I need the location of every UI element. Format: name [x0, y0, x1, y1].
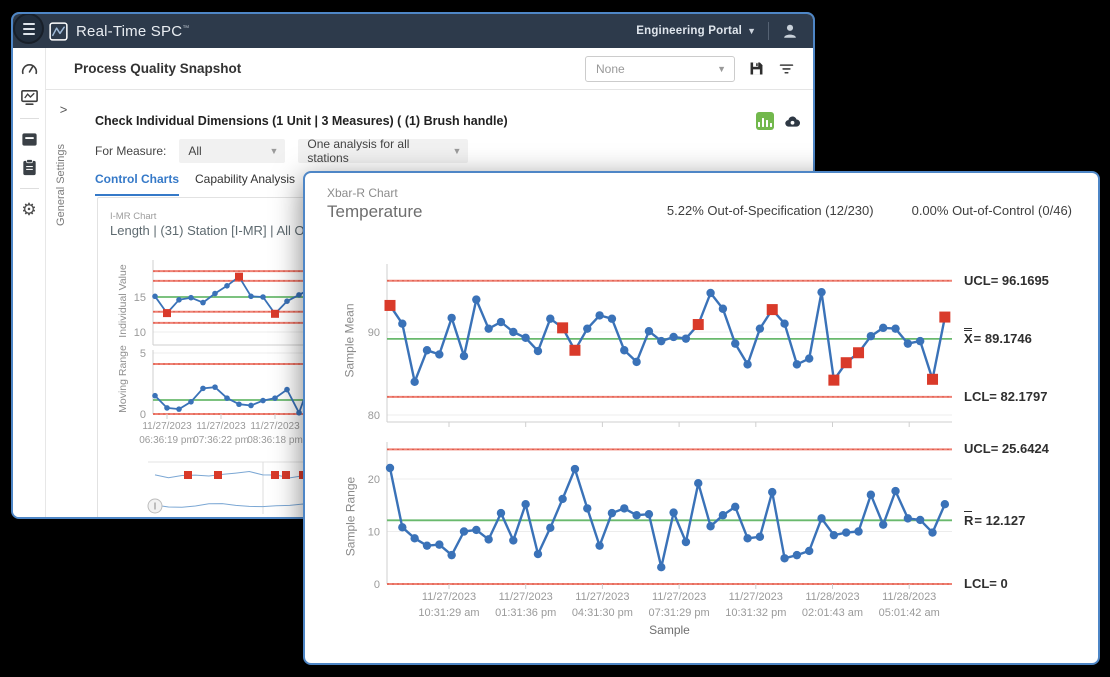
- xbar-r-chart-window: Xbar-R Chart Temperature 5.22% Out-of-Sp…: [303, 171, 1100, 665]
- app-title: Real-Time SPC™: [76, 23, 189, 40]
- desktop-stage: Real-Time SPC™ Engineering Portal ▼: [0, 0, 1110, 677]
- svg-text:15: 15: [134, 292, 146, 304]
- dashboard-gauge-icon[interactable]: [20, 60, 39, 79]
- portal-selector[interactable]: Engineering Portal: [636, 25, 742, 37]
- card-reader-icon[interactable]: [20, 130, 39, 149]
- mean-center-label: X= 89.1746: [964, 331, 1032, 346]
- filter-icon[interactable]: [778, 60, 795, 77]
- svg-text:11/27/202310:31:29 am: 11/27/202310:31:29 am: [418, 591, 479, 619]
- page-header-row: Process Quality Snapshot None ▼: [46, 48, 815, 90]
- mean-lcl-label: LCL= 82.1797: [964, 389, 1047, 404]
- chevron-down-icon: ▼: [717, 64, 726, 74]
- analysis-chart-icon[interactable]: [756, 112, 774, 130]
- svg-text:11/27/202304:31:30 pm: 11/27/202304:31:30 pm: [572, 591, 633, 619]
- user-account-icon[interactable]: [781, 22, 799, 40]
- svg-text:0: 0: [374, 579, 380, 591]
- general-settings-strip: > General Settings: [46, 90, 82, 517]
- snapshot-preset-select[interactable]: None ▼: [585, 56, 735, 82]
- top-navbar: Real-Time SPC™ Engineering Portal ▼: [13, 14, 813, 48]
- svg-text:11/27/202307:36:22 pm: 11/27/202307:36:22 pm: [193, 421, 249, 446]
- navbar-divider: [768, 22, 769, 40]
- range-center-label: R= 12.127: [964, 513, 1025, 528]
- tab-capability-analysis[interactable]: Capability Analysis: [195, 172, 295, 196]
- panel-title: Check Individual Dimensions (1 Unit | 3 …: [95, 114, 508, 128]
- svg-text:11/27/202307:31:29 pm: 11/27/202307:31:29 pm: [649, 591, 710, 619]
- cloud-download-icon[interactable]: [784, 113, 801, 130]
- svg-text:11/28/202302:01:43 am: 11/28/202302:01:43 am: [802, 591, 863, 619]
- svg-text:11/27/202306:36:19 pm: 11/27/202306:36:19 pm: [139, 421, 195, 446]
- svg-text:11/27/202308:36:18 pm: 11/27/202308:36:18 pm: [247, 421, 303, 446]
- sample-axis-label: Sample: [387, 623, 952, 637]
- gear-icon[interactable]: ⚙: [20, 200, 39, 219]
- tab-bar: Control Charts Capability Analysis: [95, 172, 295, 196]
- range-lcl-label: LCL= 0: [964, 576, 1008, 591]
- hamburger-menu-icon[interactable]: [15, 15, 42, 42]
- page-title: Process Quality Snapshot: [74, 61, 241, 76]
- svg-text:10: 10: [368, 527, 380, 539]
- svg-text:20: 20: [368, 474, 380, 486]
- left-sidebar: ⚙: [13, 48, 46, 517]
- measure-select[interactable]: All ▼: [179, 139, 285, 163]
- sidebar-divider: [20, 118, 39, 119]
- svg-text:80: 80: [368, 410, 380, 422]
- general-settings-label: General Settings: [55, 135, 71, 235]
- analysis-mode-select[interactable]: One analysis for all stations ▼: [298, 139, 468, 163]
- range-ucl-label: UCL= 25.6424: [964, 441, 1049, 456]
- svg-text:0: 0: [140, 409, 146, 421]
- for-measure-label: For Measure:: [95, 144, 166, 158]
- svg-text:11/27/202301:31:36 pm: 11/27/202301:31:36 pm: [495, 591, 556, 619]
- chevron-down-icon: ▼: [269, 146, 278, 156]
- save-icon[interactable]: [748, 60, 765, 77]
- app-logo-icon: [49, 22, 68, 41]
- expand-chevron-icon[interactable]: >: [46, 102, 81, 117]
- clipboard-icon[interactable]: [20, 158, 39, 177]
- chevron-down-icon: ▼: [452, 146, 461, 156]
- monitor-chart-icon[interactable]: [20, 88, 39, 107]
- tab-control-charts[interactable]: Control Charts: [95, 172, 179, 196]
- svg-text:10: 10: [134, 327, 146, 339]
- mean-ucl-label: UCL= 96.1695: [964, 273, 1049, 288]
- svg-text:5: 5: [140, 348, 146, 360]
- chevron-down-icon[interactable]: ▼: [747, 26, 756, 36]
- svg-text:90: 90: [368, 327, 380, 339]
- trademark-symbol: ™: [182, 25, 189, 32]
- sidebar-divider: [20, 188, 39, 189]
- svg-text:11/27/202310:31:32 pm: 11/27/202310:31:32 pm: [725, 591, 786, 619]
- svg-text:11/28/202305:01:42 am: 11/28/202305:01:42 am: [879, 591, 940, 619]
